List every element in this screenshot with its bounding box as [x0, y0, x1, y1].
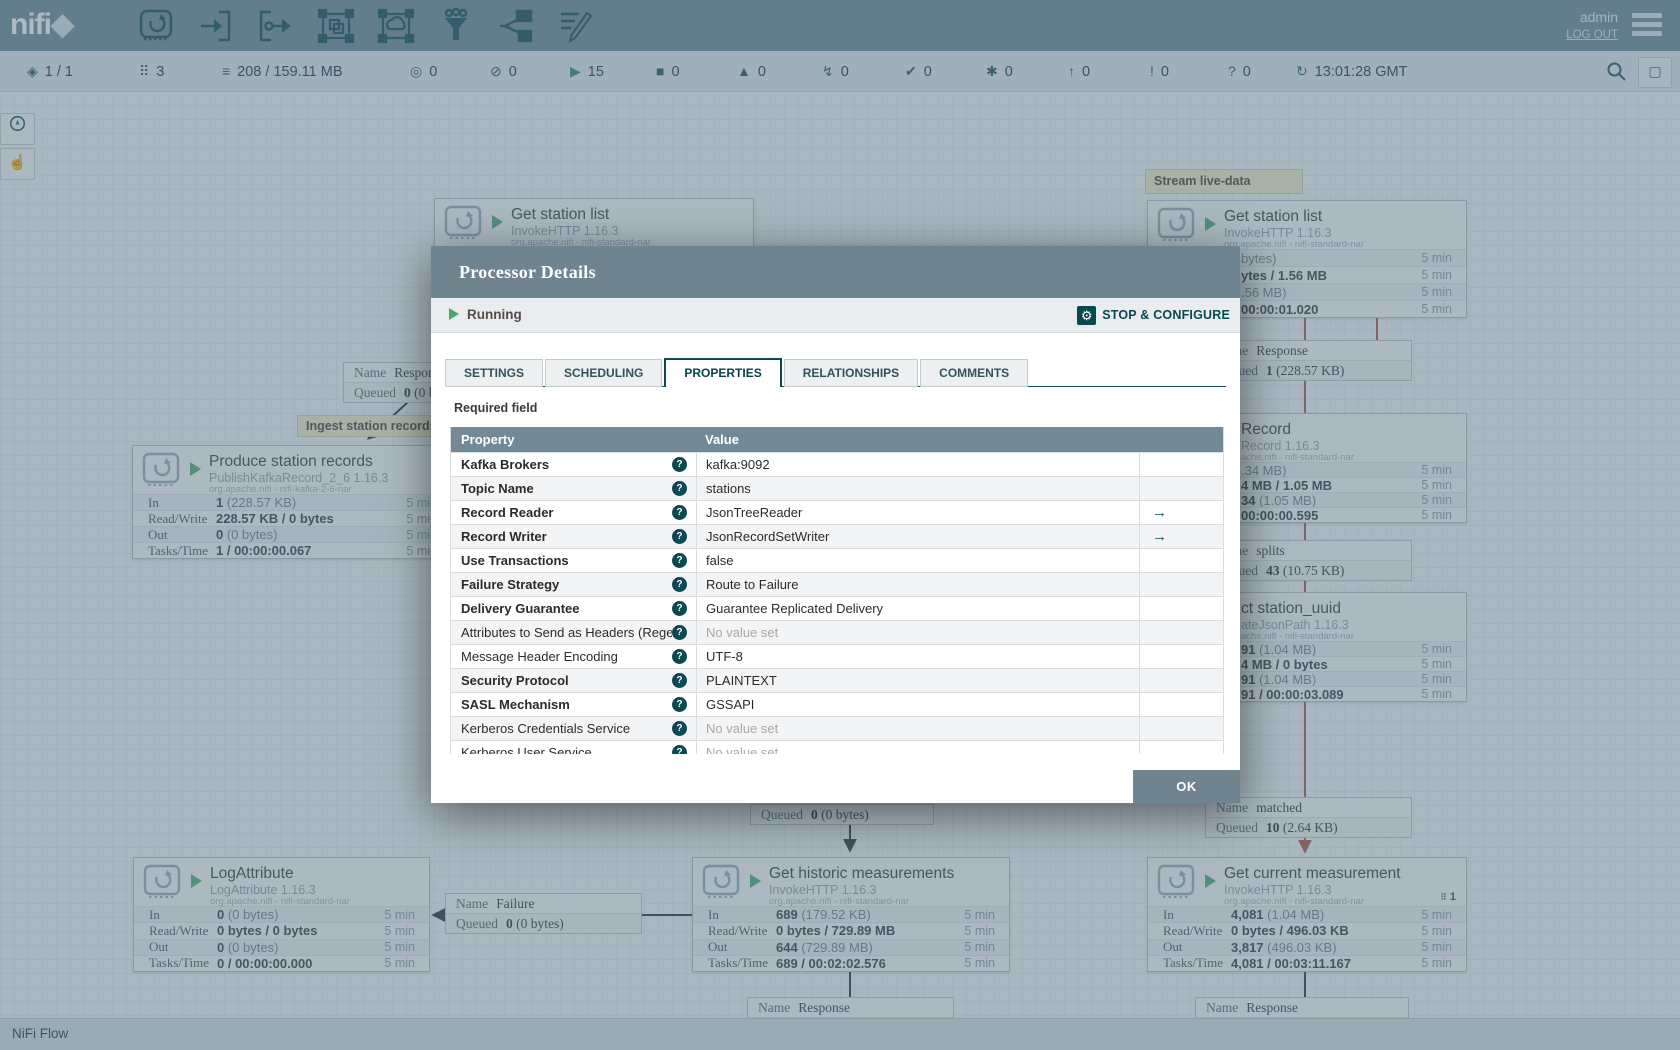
- help-icon[interactable]: ?: [672, 505, 687, 520]
- property-value: PLAINTEXT: [696, 669, 1139, 692]
- dialog-title: Processor Details: [459, 262, 596, 282]
- help-icon[interactable]: ?: [672, 721, 687, 736]
- tab-comments[interactable]: COMMENTS: [920, 359, 1029, 387]
- properties-table: Property Value Kafka Brokers? kafka:9092…: [450, 427, 1224, 754]
- property-row[interactable]: Kafka Brokers? kafka:9092 →: [451, 452, 1223, 476]
- property-value: No value set: [696, 621, 1139, 644]
- run-state-label: Running: [467, 307, 522, 322]
- tab-properties[interactable]: PROPERTIES: [664, 358, 782, 387]
- gear-icon: ⚙: [1077, 305, 1097, 325]
- nifi-application: Get station list InvokeHTTP 1.16.3 org.a…: [0, 0, 1680, 1050]
- property-row[interactable]: Security Protocol? PLAINTEXT →: [451, 668, 1223, 692]
- property-name: Kerberos Credentials Service: [461, 721, 631, 736]
- property-name: Security Protocol: [461, 673, 569, 688]
- help-icon[interactable]: ?: [672, 553, 687, 568]
- help-icon[interactable]: ?: [672, 529, 687, 544]
- property-value: No value set: [696, 717, 1139, 740]
- help-icon[interactable]: ?: [672, 649, 687, 664]
- tab-settings[interactable]: SETTINGS: [445, 359, 544, 387]
- property-value: UTF-8: [696, 645, 1139, 668]
- property-row[interactable]: Topic Name? stations →: [451, 476, 1223, 500]
- property-value: stations: [696, 477, 1139, 500]
- property-name: Failure Strategy: [461, 577, 560, 592]
- property-name: Use Transactions: [461, 553, 569, 568]
- property-value: JsonRecordSetWriter: [696, 525, 1139, 548]
- help-icon[interactable]: ?: [672, 625, 687, 640]
- stop-and-configure-button[interactable]: ⚙ STOP & CONFIGURE: [1077, 298, 1230, 332]
- property-name: SASL Mechanism: [461, 697, 570, 712]
- help-icon[interactable]: ?: [672, 697, 687, 712]
- property-name: Kafka Brokers: [461, 457, 550, 472]
- property-name: Kerberos User Service: [461, 745, 592, 754]
- property-value: Guarantee Replicated Delivery: [696, 597, 1139, 620]
- property-row[interactable]: Attributes to Send as Headers (Regex)? N…: [451, 620, 1223, 644]
- property-value: Route to Failure: [696, 573, 1139, 596]
- dialog-header: Processor Details: [431, 246, 1240, 298]
- property-row[interactable]: Failure Strategy? Route to Failure →: [451, 572, 1223, 596]
- help-icon[interactable]: ?: [672, 481, 687, 496]
- property-row[interactable]: Record Reader? JsonTreeReader →: [451, 500, 1223, 524]
- property-value: No value set: [696, 741, 1139, 754]
- help-icon[interactable]: ?: [672, 601, 687, 616]
- property-name: Record Writer: [461, 529, 547, 544]
- dialog-tabs: SETTINGS SCHEDULING PROPERTIES RELATIONSHIP…: [445, 358, 1226, 387]
- help-icon[interactable]: ?: [672, 673, 687, 688]
- property-row[interactable]: SASL Mechanism? GSSAPI →: [451, 692, 1223, 716]
- property-name: Message Header Encoding: [461, 649, 618, 664]
- ok-button[interactable]: OK: [1133, 770, 1240, 803]
- property-row[interactable]: Record Writer? JsonRecordSetWriter →: [451, 524, 1223, 548]
- property-name: Record Reader: [461, 505, 554, 520]
- property-value: false: [696, 549, 1139, 572]
- help-icon[interactable]: ?: [672, 745, 687, 754]
- required-field-note: Required field: [454, 401, 538, 415]
- tab-relationships[interactable]: RELATIONSHIPS: [783, 359, 919, 387]
- dialog-status-bar: Running ⚙ STOP & CONFIGURE: [431, 298, 1240, 333]
- property-value: GSSAPI: [696, 693, 1139, 716]
- property-name: Topic Name: [461, 481, 534, 496]
- property-row[interactable]: Kerberos Credentials Service? No value s…: [451, 716, 1223, 740]
- tab-scheduling[interactable]: SCHEDULING: [545, 359, 663, 387]
- property-value: JsonTreeReader: [696, 501, 1139, 524]
- goto-service-icon[interactable]: →: [1152, 505, 1167, 520]
- property-value: kafka:9092: [696, 453, 1139, 476]
- goto-service-icon[interactable]: →: [1152, 529, 1167, 544]
- running-status-icon: [449, 308, 459, 320]
- property-name: Attributes to Send as Headers (Regex): [461, 625, 672, 640]
- help-icon[interactable]: ?: [672, 577, 687, 592]
- property-row[interactable]: Use Transactions? false →: [451, 548, 1223, 572]
- processor-details-dialog: Processor Details Running ⚙ STOP & CONFI…: [431, 246, 1240, 803]
- properties-table-header: Property Value: [451, 427, 1223, 452]
- property-row[interactable]: Kerberos User Service? No value set →: [451, 740, 1223, 754]
- property-row[interactable]: Delivery Guarantee? Guarantee Replicated…: [451, 596, 1223, 620]
- help-icon[interactable]: ?: [672, 457, 687, 472]
- value-column-header: Value: [705, 432, 739, 447]
- property-name: Delivery Guarantee: [461, 601, 580, 616]
- property-column-header: Property: [461, 432, 515, 447]
- property-row[interactable]: Message Header Encoding? UTF-8 →: [451, 644, 1223, 668]
